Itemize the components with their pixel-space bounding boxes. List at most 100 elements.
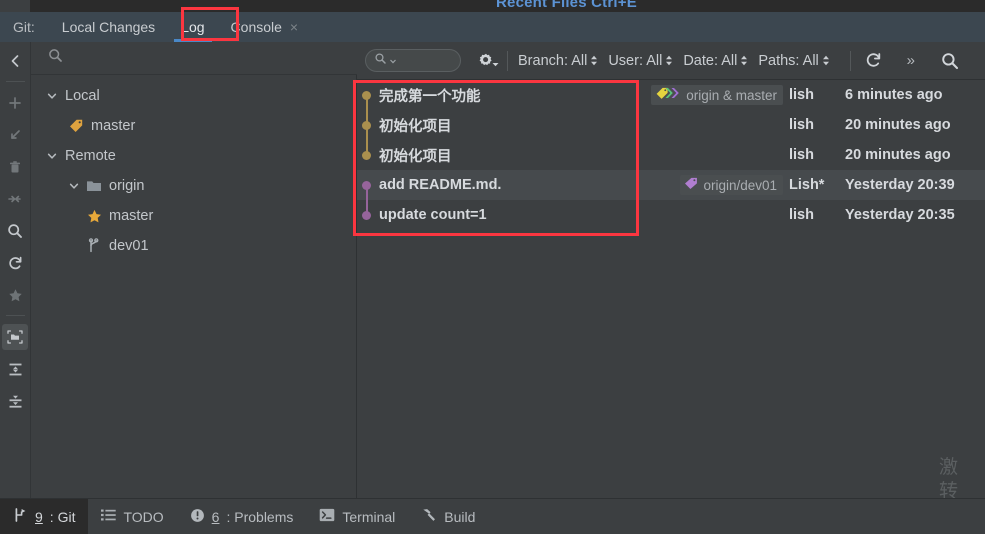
branch-search-input[interactable] <box>72 50 312 66</box>
log-search-box[interactable] <box>365 49 461 72</box>
toolbar-overflow-button[interactable]: » <box>887 52 935 69</box>
chevron-updown-icon <box>822 55 830 66</box>
commit-list[interactable]: 完成第一个功能 origin & master lish 6 minutes a… <box>357 80 985 498</box>
search-icon[interactable] <box>935 51 965 71</box>
search-icon[interactable] <box>2 218 28 244</box>
git-toolwindow-rail <box>0 42 31 498</box>
commit-graph-cell <box>357 170 379 200</box>
statusbar-item-problems-label: : Problems <box>226 508 294 525</box>
tree-node-origin-master[interactable]: master <box>31 201 357 231</box>
commit-subject: 完成第一个功能 <box>379 88 481 105</box>
commit-author: lish <box>789 207 814 223</box>
commit-refs: origin/dev01 <box>680 175 789 195</box>
chevron-updown-icon <box>590 55 598 66</box>
filter-branch-label: Branch: All <box>518 52 588 69</box>
filter-branch[interactable]: Branch: All <box>518 53 598 69</box>
commit-subject: add README.md. <box>379 177 502 193</box>
table-row[interactable]: 初始化项目 lish 20 minutes ago <box>357 140 985 170</box>
revert-icon[interactable] <box>2 122 28 148</box>
log-toolbar: Branch: All User: All Date: All Paths: A… <box>357 42 985 80</box>
star-icon[interactable] <box>2 282 28 308</box>
tree-node-local[interactable]: Local <box>31 81 357 111</box>
tree-node-remote-label: Remote <box>65 148 116 164</box>
tab-console[interactable]: Console × <box>218 12 312 42</box>
editor-strip: Recent Files Ctrl+E <box>0 0 985 12</box>
compare-icon[interactable] <box>2 186 28 212</box>
commit-node-dot <box>362 181 371 190</box>
list-icon <box>101 508 117 525</box>
tree-node-remote[interactable]: Remote <box>31 141 357 171</box>
git-toolwindow-label: Git: <box>13 19 35 35</box>
commit-node-dot <box>362 91 371 100</box>
commit-author: Lish* <box>789 177 825 193</box>
table-row[interactable]: 初始化项目 lish 20 minutes ago <box>357 110 985 140</box>
branch-icon <box>83 238 105 254</box>
collapse-left-icon[interactable] <box>2 48 28 74</box>
collapse-all-icon[interactable] <box>2 388 28 414</box>
filter-date[interactable]: Date: All <box>683 53 748 69</box>
filter-date-label: Date: All <box>683 52 738 69</box>
branch-icon <box>13 507 28 526</box>
table-row[interactable]: update count=1 lish Yesterday 20:35 <box>357 200 985 230</box>
tab-local-changes[interactable]: Local Changes <box>49 12 168 42</box>
toolbar-divider-2 <box>849 50 851 71</box>
commit-subject: 初始化项目 <box>379 148 452 165</box>
chevron-down-icon[interactable] <box>65 180 83 192</box>
table-row[interactable]: add README.md. origin/dev01 Lish* Yester… <box>357 170 985 200</box>
statusbar-item-todo[interactable]: TODO <box>88 499 176 534</box>
branch-search-row[interactable] <box>31 42 357 75</box>
statusbar-item-problems-number: 6 <box>211 508 220 525</box>
refresh-icon[interactable] <box>861 51 887 70</box>
status-bar: 9: Git TODO 6 : Problems Terminal Build <box>0 498 985 534</box>
commit-date: Yesterday 20:35 <box>845 207 955 223</box>
commit-graph-cell <box>357 80 379 110</box>
chevron-updown-icon <box>740 55 748 66</box>
tree-node-local-master[interactable]: master <box>31 111 357 141</box>
log-search-input[interactable] <box>399 53 457 68</box>
tab-log[interactable]: Log <box>168 12 217 42</box>
chevron-down-icon[interactable] <box>43 90 61 102</box>
branches-panel: Local master Remote origin master dev01 <box>31 42 357 498</box>
tree-node-local-label: Local <box>65 88 100 104</box>
folder-group-icon[interactable] <box>2 324 28 350</box>
ref-badge-label: origin/dev01 <box>703 177 777 193</box>
chevron-down-icon[interactable] <box>389 52 397 70</box>
tree-node-origin-dev01[interactable]: dev01 <box>31 231 357 261</box>
chevron-down-icon[interactable] <box>43 150 61 162</box>
add-icon[interactable] <box>2 90 28 116</box>
tag-multi-icon <box>655 87 681 103</box>
commit-node-dot <box>362 211 371 220</box>
commit-refs: origin & master <box>651 85 789 105</box>
tabbar-spacer <box>311 12 985 42</box>
statusbar-item-git[interactable]: 9: Git <box>0 498 89 534</box>
settings-gear-icon[interactable] <box>475 50 499 72</box>
branches-tree: Local master Remote origin master dev01 <box>31 81 357 261</box>
filter-paths-label: Paths: All <box>758 52 819 69</box>
watermark-line-1: 激 <box>939 456 959 478</box>
ref-badge[interactable]: origin & master <box>651 85 783 105</box>
expand-all-icon[interactable] <box>2 356 28 382</box>
statusbar-item-build[interactable]: Build <box>408 499 488 534</box>
hammer-icon <box>421 507 437 526</box>
commit-graph-cell <box>357 140 379 170</box>
tree-node-origin-label: origin <box>109 178 145 194</box>
commit-author: lish <box>789 87 814 103</box>
commit-node-dot <box>362 121 371 130</box>
filter-user[interactable]: User: All <box>608 53 673 69</box>
close-icon[interactable]: × <box>290 20 298 34</box>
refresh-icon[interactable] <box>2 250 28 276</box>
table-row[interactable]: 完成第一个功能 origin & master lish 6 minutes a… <box>357 80 985 110</box>
ref-badge-label: origin & master <box>686 87 777 103</box>
filter-paths[interactable]: Paths: All <box>758 53 829 69</box>
commit-author: lish <box>789 147 814 163</box>
tree-node-origin[interactable]: origin <box>31 171 357 201</box>
git-toolwindow-tabbar: Git: Local Changes Log Console × <box>0 12 985 42</box>
statusbar-item-problems[interactable]: 6 : Problems <box>177 499 307 534</box>
commit-subject: 初始化项目 <box>379 118 452 135</box>
statusbar-item-git-label: : Git <box>49 508 76 525</box>
filter-user-label: User: All <box>608 52 663 69</box>
ref-badge[interactable]: origin/dev01 <box>680 175 783 195</box>
tree-node-origin-dev01-label: dev01 <box>109 238 149 254</box>
statusbar-item-terminal[interactable]: Terminal <box>306 499 408 534</box>
delete-icon[interactable] <box>2 154 28 180</box>
